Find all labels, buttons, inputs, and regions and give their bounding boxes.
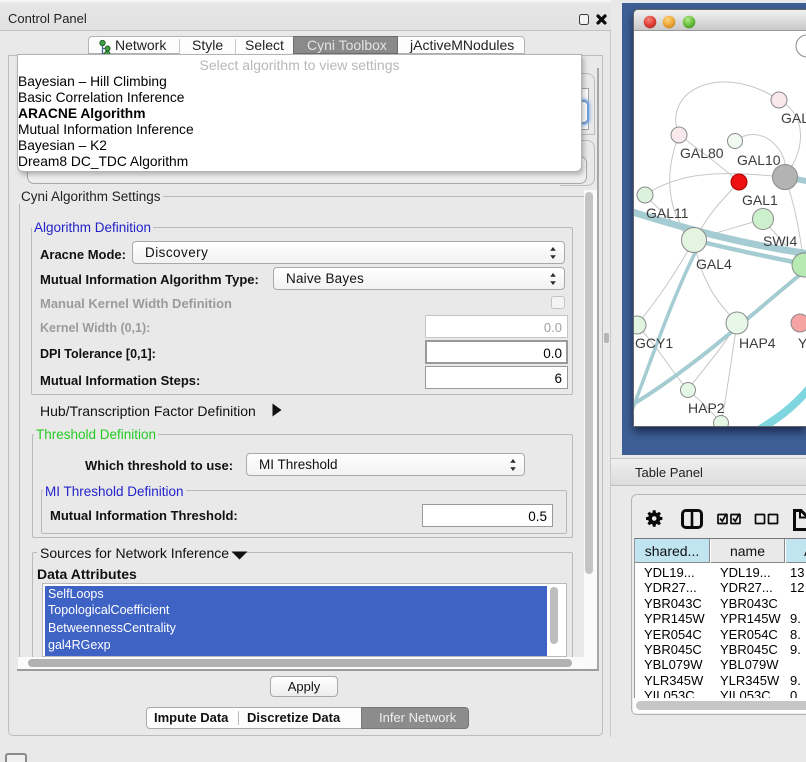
svg-text:Y: Y	[798, 335, 806, 351]
svg-text:GAL11: GAL11	[646, 205, 689, 221]
svg-text:GAL4: GAL4	[696, 256, 732, 272]
svg-text:SWI4: SWI4	[763, 233, 797, 249]
svg-text:GAL80: GAL80	[680, 145, 724, 161]
svg-text:HAP4: HAP4	[739, 335, 776, 351]
svg-text:HAP2: HAP2	[688, 400, 725, 416]
svg-text:GCY1: GCY1	[635, 335, 673, 351]
svg-text:GAL1: GAL1	[742, 192, 778, 208]
svg-text:GAL: GAL	[781, 110, 806, 126]
svg-text:GAL10: GAL10	[737, 152, 781, 168]
